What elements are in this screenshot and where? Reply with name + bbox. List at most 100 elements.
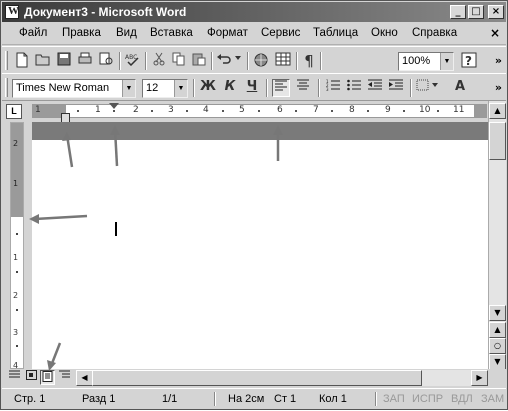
menu-view[interactable]: Вид: [116, 27, 137, 39]
chevron-down-icon[interactable]: ▼: [174, 80, 187, 97]
increase-indent-icon[interactable]: [387, 79, 405, 97]
horizontal-ruler[interactable]: 1 1 2 3 4 5 6 7 8 9 10 11: [32, 104, 487, 118]
menu-format[interactable]: Формат: [207, 27, 248, 39]
ruler-number: 11: [453, 105, 465, 115]
font-color-label: A: [454, 79, 466, 94]
horizontal-scroll-thumb[interactable]: [92, 370, 422, 386]
undo-icon[interactable]: [215, 52, 243, 70]
maximize-button[interactable]: □: [468, 5, 484, 19]
status-rec[interactable]: ЗАП: [383, 393, 405, 405]
pilcrow-icon[interactable]: ¶: [300, 52, 318, 70]
previous-page-icon[interactable]: ▲: [489, 322, 506, 338]
scroll-left-icon[interactable]: ◀: [76, 370, 93, 386]
status-ext[interactable]: ВДЛ: [451, 393, 473, 405]
print-icon[interactable]: [97, 52, 115, 70]
document-close-icon[interactable]: ×: [490, 26, 500, 40]
outline-view-icon[interactable]: [57, 370, 72, 385]
toolbar-overflow-icon[interactable]: »: [495, 81, 502, 94]
toolbar-separator: [320, 52, 322, 70]
next-page-icon[interactable]: ▼: [489, 354, 506, 370]
title-bar[interactable]: Документ3 - Microsoft Word _ □ ×: [2, 2, 506, 22]
font-color-icon[interactable]: A: [446, 79, 474, 97]
font-name-value: Times New Roman: [16, 82, 110, 94]
right-margin-shade: [474, 105, 486, 117]
svg-text:?: ?: [465, 54, 472, 68]
toolbar-grip[interactable]: [5, 78, 8, 97]
new-document-icon[interactable]: [13, 52, 31, 70]
align-left-icon[interactable]: [272, 79, 290, 97]
text-cursor: [115, 222, 117, 236]
status-trk[interactable]: ИСПР: [412, 393, 443, 405]
table-icon[interactable]: [274, 52, 292, 70]
close-button[interactable]: ×: [488, 5, 504, 19]
print-preview-icon[interactable]: [76, 52, 94, 70]
font-size-value: 12: [146, 82, 159, 94]
ruler-number: 9: [385, 105, 391, 115]
save-icon[interactable]: [55, 52, 73, 70]
zoom-combo[interactable]: 100% ▼: [398, 52, 454, 71]
ruler-number: 5: [239, 105, 245, 115]
menu-insert[interactable]: Вставка: [150, 27, 193, 39]
scroll-up-icon[interactable]: ▲: [489, 103, 506, 119]
toolbar-separator: [318, 79, 320, 97]
numbering-icon[interactable]: 123: [324, 79, 342, 97]
menu-edit[interactable]: Правка: [62, 27, 101, 39]
italic-button[interactable]: К: [221, 79, 239, 97]
select-browse-object-icon[interactable]: ○: [489, 338, 506, 354]
ruler-number: 10: [419, 105, 431, 115]
toolbar-grip[interactable]: [5, 51, 8, 70]
tab-selector-button[interactable]: L: [6, 104, 22, 119]
border-icon[interactable]: [415, 79, 441, 97]
ruler-number: 8: [349, 105, 355, 115]
web-icon[interactable]: [252, 52, 270, 70]
word-app-icon[interactable]: [5, 5, 19, 19]
vertical-scrollbar[interactable]: ▲ ▼ ▲ ○ ▼: [488, 101, 506, 370]
zoom-value: 100%: [402, 55, 431, 67]
chevron-down-icon[interactable]: ▼: [440, 53, 453, 70]
menu-help[interactable]: Справка: [412, 27, 457, 39]
underline-button[interactable]: Ч: [243, 79, 261, 97]
bold-button[interactable]: Ж: [199, 79, 217, 97]
formatting-toolbar: Times New Roman ▼ 12 ▼ Ж К Ч 123 A »: [2, 73, 506, 101]
cut-icon[interactable]: [150, 52, 168, 70]
svg-text:3: 3: [326, 87, 329, 91]
copy-icon[interactable]: [170, 52, 188, 70]
normal-view-icon[interactable]: [7, 370, 22, 385]
font-name-combo[interactable]: Times New Roman ▼: [12, 79, 136, 98]
status-bar: Стр. 1 Разд 1 1/1 На 2см Ст 1 Кол 1 ЗАП …: [2, 388, 506, 409]
scroll-down-icon[interactable]: ▼: [489, 305, 506, 321]
toolbar-overflow-icon[interactable]: »: [495, 54, 502, 67]
web-layout-view-icon[interactable]: [24, 370, 39, 385]
standard-toolbar: ABC ¶ 100% ▼ ? »: [2, 46, 506, 74]
horizontal-scrollbar[interactable]: ◀ ▶: [76, 370, 488, 386]
vertical-ruler[interactable]: 2 1 1 2 3 4: [10, 122, 24, 370]
help-icon[interactable]: ?: [460, 52, 478, 70]
menu-bar: Файл Правка Вид Вставка Формат Сервис Та…: [2, 23, 506, 45]
document-page[interactable]: [32, 140, 488, 369]
first-line-indent-marker[interactable]: [109, 103, 119, 109]
decrease-indent-icon[interactable]: [366, 79, 384, 97]
paste-icon[interactable]: [190, 52, 208, 70]
status-ovr[interactable]: ЗАМ: [481, 393, 504, 405]
bullets-icon[interactable]: [345, 79, 363, 97]
open-folder-icon[interactable]: [34, 52, 52, 70]
scroll-right-icon[interactable]: ▶: [471, 370, 488, 386]
toolbar-separator: [296, 52, 298, 70]
vruler-number: 1: [13, 253, 19, 262]
minimize-button[interactable]: _: [450, 5, 466, 19]
chevron-down-icon[interactable]: ▼: [122, 80, 135, 97]
menu-window[interactable]: Окно: [371, 27, 398, 39]
align-center-icon[interactable]: [294, 79, 312, 97]
menu-table[interactable]: Таблица: [313, 27, 358, 39]
spell-check-icon[interactable]: ABC: [124, 52, 142, 70]
ruler-number: 2: [133, 105, 139, 115]
status-page: Стр. 1: [14, 393, 46, 405]
menu-tools[interactable]: Сервис: [261, 27, 300, 39]
vruler-number: 3: [13, 328, 19, 337]
status-column: Кол 1: [319, 393, 347, 405]
ruler-number: 1: [95, 105, 101, 115]
vertical-scroll-thumb[interactable]: [489, 122, 506, 160]
menu-file[interactable]: Файл: [19, 27, 47, 39]
font-size-combo[interactable]: 12 ▼: [142, 79, 188, 98]
print-layout-view-icon[interactable]: [40, 370, 55, 385]
